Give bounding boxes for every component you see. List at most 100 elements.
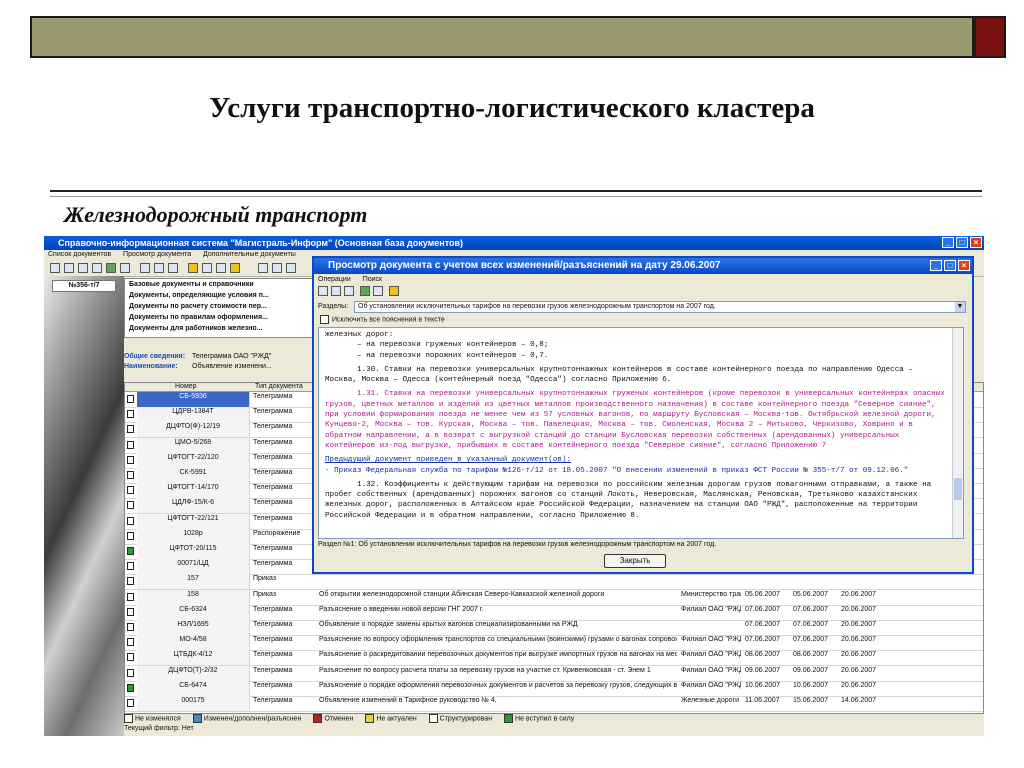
text-paragraph: железных дорог: [325, 331, 394, 339]
cell-type: Телеграмма [253, 621, 293, 628]
cell-description: Разъяснение о порядке оформления перевоз… [319, 681, 677, 689]
cell-type: Телеграмма [253, 469, 293, 476]
cell-date-issued: 07.06.2007 [745, 605, 781, 613]
cell-number: 158 [137, 589, 250, 605]
section-label: Разделы: [318, 303, 349, 310]
exit-icon[interactable] [389, 286, 399, 296]
table-row[interactable]: ЦТБДК-4/12 Телеграмма Разъяснение о раскре… [125, 650, 983, 667]
cell-organization: Министерство транспорта РФ [681, 590, 741, 598]
cell-number: СБ-6324 [137, 604, 250, 620]
exclude-notes-checkbox[interactable]: Исключить все пояснения в тексте [320, 315, 445, 325]
chevron-down-icon[interactable]: ▼ [955, 302, 965, 312]
cell-type: Распоряжение [253, 529, 301, 537]
table-row[interactable]: ДЦФТО(Т)-2/32 Телеграмма Разъяснение по во… [125, 665, 983, 682]
maximize-icon[interactable]: □ [956, 237, 968, 248]
history-icon[interactable] [286, 263, 296, 273]
view-icon[interactable] [140, 263, 150, 273]
dialog-maximize-icon[interactable]: □ [944, 260, 956, 271]
text-paragraph-amended: 1.31. Ставки на перевозки универсальных … [325, 390, 945, 450]
document-number-field[interactable]: №356-т/7 [52, 280, 116, 292]
nav-back-icon[interactable] [258, 263, 268, 273]
copy-icon[interactable] [344, 286, 354, 296]
text-note: Предыдущий документ приведен в указанный… [325, 456, 572, 465]
tree-item[interactable]: Документы по расчету стоимости пер... [125, 301, 315, 312]
minimize-icon[interactable]: _ [942, 237, 954, 248]
document-icon [127, 607, 134, 616]
status-legend: Не изменялся Изменен/дополнен/разъяснен … [124, 714, 984, 724]
save-icon[interactable] [331, 286, 341, 296]
cell-number: 1028р [137, 528, 250, 544]
print-icon[interactable] [78, 263, 88, 273]
folder-icon[interactable] [188, 263, 198, 273]
table-row[interactable]: 158 Приказ Об открытии железнодорожной ста… [125, 589, 983, 606]
cell-number: ЦФТОГТ-22/121 [137, 513, 250, 529]
cell-date-entered: 20.06.2007 [841, 666, 877, 674]
dialog-menu-bar: Операции Поиск [318, 275, 392, 285]
save-icon[interactable] [64, 263, 74, 273]
tree-item[interactable]: Документы по правилам оформления... [125, 312, 315, 323]
document-text[interactable]: железных дорог: – на перевозки груженых … [318, 327, 964, 539]
table-row[interactable]: СБ-6474 Телеграмма Разъяснение о порядке о… [125, 680, 983, 697]
menu-search[interactable]: Поиск [363, 276, 382, 283]
tree-item[interactable]: Базовые документы и справочники [125, 279, 315, 290]
tree-item[interactable]: Документы, определяющие условия п... [125, 290, 315, 301]
exit-icon[interactable] [230, 263, 240, 273]
open-icon[interactable] [50, 263, 60, 273]
nav-forward-icon[interactable] [272, 263, 282, 273]
table-row[interactable]: СБ-6324 Телеграмма Разъяснение о введении … [125, 604, 983, 621]
app-screenshot: Справочно-информационная система "Магист… [44, 236, 984, 736]
main-window-titlebar[interactable]: Справочно-информационная система "Магист… [44, 236, 984, 250]
menu-document-list[interactable]: Список документов [48, 251, 111, 258]
document-icon [127, 638, 134, 647]
copy-icon[interactable] [154, 263, 164, 273]
tree-item[interactable]: Документы для работников железно... [125, 323, 315, 334]
name-value: Объявление изменени... [192, 363, 272, 370]
close-icon[interactable]: × [970, 237, 982, 248]
section-dropdown[interactable]: Об установлении исключительных тарифов н… [354, 301, 966, 313]
cell-date-entered: 20.06.2007 [841, 636, 877, 644]
document-icon [127, 440, 134, 449]
dialog-minimize-icon[interactable]: _ [930, 260, 942, 271]
checkbox-icon[interactable] [320, 315, 329, 324]
dialog-close-icon[interactable]: × [958, 260, 970, 271]
dialog-toolbar [318, 285, 408, 299]
find-icon[interactable] [373, 286, 383, 296]
help-icon[interactable] [216, 263, 226, 273]
bookmark-icon[interactable] [202, 263, 212, 273]
refresh-icon[interactable] [106, 263, 116, 273]
top-decor-bar-accent [974, 16, 1006, 58]
scrollbar-thumb[interactable] [954, 478, 962, 500]
menu-operations[interactable]: Операции [318, 276, 351, 283]
print-icon[interactable] [318, 286, 328, 296]
cell-type: Приказ [253, 575, 277, 583]
column-header-number[interactable]: Номер [175, 383, 197, 391]
filter-icon[interactable] [120, 263, 130, 273]
menu-view-document[interactable]: Просмотр документа [123, 251, 191, 258]
close-button[interactable]: Закрыть [604, 554, 666, 568]
cell-description: Разъяснение о введении новой версии ГНГ … [319, 605, 484, 613]
table-row[interactable]: 000175 Телеграмма Объявление изменений в Т… [125, 696, 983, 712]
menu-additional-documents[interactable]: Дополнительные документы [203, 251, 296, 258]
cell-number: 157 [137, 574, 250, 590]
cell-date-entered: 20.06.2007 [841, 605, 877, 613]
legend-label: Структурирован [439, 715, 493, 723]
vertical-scrollbar[interactable] [952, 328, 963, 538]
legend-label: Изменен/дополнен/разъяснен [203, 715, 302, 723]
refresh-icon[interactable] [360, 286, 370, 296]
text-note-link[interactable]: - Приказ Федеральная служба по тарифам №… [325, 466, 947, 476]
table-row[interactable]: МО-4/58 Телеграмма Разъяснение по вопросу … [125, 635, 983, 652]
cell-organization: Филиал ОАО "РЖД" [681, 636, 741, 644]
column-header-type[interactable]: Тип документа [255, 383, 303, 391]
export-icon[interactable] [168, 263, 178, 273]
find-icon[interactable] [92, 263, 102, 273]
cell-type: Телеграмма [253, 560, 293, 568]
table-row[interactable]: 157 Приказ [125, 574, 983, 591]
text-paragraph: – на перевозки порожних контейнеров – 0,… [357, 351, 549, 360]
document-icon [127, 592, 134, 601]
table-row[interactable]: НЗЛ/1695 Телеграмма Объявление о порядке з… [125, 620, 983, 636]
cell-number: МО-4/58 [137, 635, 250, 651]
cell-date-issued: 08.06.2007 [745, 651, 781, 659]
cell-date-registered: 08.06.2007 [793, 651, 829, 659]
dialog-titlebar[interactable]: Просмотр документа с учетом всех изменен… [314, 258, 972, 274]
cell-number: ЦМО-5/268 [137, 437, 250, 453]
